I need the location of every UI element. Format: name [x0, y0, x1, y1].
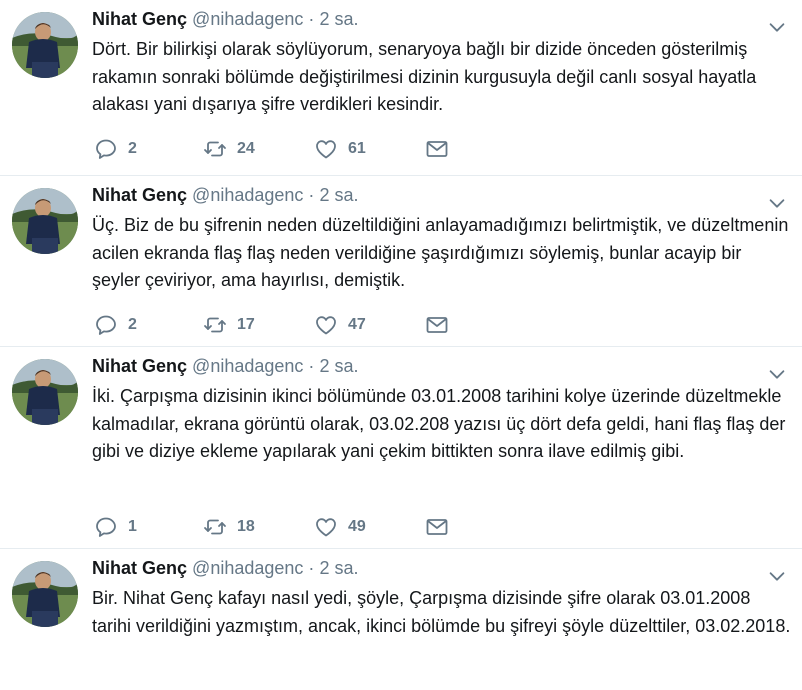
user-handle[interactable]: @nihadagenc: [192, 185, 303, 205]
reply-icon: [94, 313, 118, 337]
like-count: 47: [348, 316, 366, 333]
reply-icon: [94, 137, 118, 161]
tweet-actions: 2 17 47: [92, 313, 492, 337]
tweet[interactable]: Nihat Genç @nihadagenc · 2 sa. Bir. Niha…: [0, 549, 802, 690]
like-count: 61: [348, 140, 366, 157]
tweet-actions: 1 18 49: [92, 515, 492, 539]
user-handle[interactable]: @nihadagenc: [192, 356, 303, 376]
user-handle[interactable]: @nihadagenc: [192, 558, 303, 578]
retweet-count: 24: [237, 140, 255, 157]
timestamp[interactable]: 2 sa.: [319, 356, 358, 376]
avatar[interactable]: [12, 188, 78, 254]
envelope-icon: [425, 515, 449, 539]
timestamp[interactable]: 2 sa.: [319, 558, 358, 578]
retweet-icon: [203, 137, 227, 161]
tweet-text: İki. Çarpışma dizisinin ikinci bölümünde…: [92, 386, 786, 461]
tweet-text: Dört. Bir bilirkişi olarak söylüyorum, s…: [92, 39, 757, 114]
chevron-down-icon[interactable]: [766, 565, 788, 587]
display-name[interactable]: Nihat Genç: [92, 356, 187, 376]
retweet-count: 18: [237, 518, 255, 535]
like-count: 49: [348, 518, 366, 535]
separator-dot: ·: [308, 356, 315, 376]
heart-icon: [314, 313, 338, 337]
separator-dot: ·: [308, 9, 315, 29]
chevron-down-icon[interactable]: [766, 192, 788, 214]
separator-dot: ·: [308, 558, 315, 578]
heart-icon: [314, 137, 338, 161]
retweet-button[interactable]: 24: [203, 137, 255, 161]
retweet-icon: [203, 515, 227, 539]
chevron-down-icon[interactable]: [766, 16, 788, 38]
tweet[interactable]: Nihat Genç @nihadagenc · 2 sa. Dört. Bir…: [0, 0, 802, 176]
direct-message-button[interactable]: [425, 515, 449, 539]
user-handle[interactable]: @nihadagenc: [192, 9, 303, 29]
avatar[interactable]: [12, 12, 78, 78]
timestamp[interactable]: 2 sa.: [319, 185, 358, 205]
reply-count: 2: [128, 140, 137, 157]
retweet-button[interactable]: 18: [203, 515, 255, 539]
separator-dot: ·: [308, 185, 315, 205]
display-name[interactable]: Nihat Genç: [92, 558, 187, 578]
timestamp[interactable]: 2 sa.: [319, 9, 358, 29]
reply-button[interactable]: 2: [94, 137, 137, 161]
direct-message-button[interactable]: [425, 137, 449, 161]
tweet-actions: 2 24 61: [92, 137, 492, 161]
reply-count: 2: [128, 316, 137, 333]
reply-icon: [94, 515, 118, 539]
tweet[interactable]: Nihat Genç @nihadagenc · 2 sa. İki. Çarp…: [0, 347, 802, 549]
tweet-text: Üç. Biz de bu şifrenin neden düzeltildiğ…: [92, 215, 789, 290]
reply-button[interactable]: 2: [94, 313, 137, 337]
retweet-icon: [203, 313, 227, 337]
chevron-down-icon[interactable]: [766, 363, 788, 385]
display-name[interactable]: Nihat Genç: [92, 9, 187, 29]
envelope-icon: [425, 137, 449, 161]
retweet-count: 17: [237, 316, 255, 333]
like-button[interactable]: 49: [314, 515, 366, 539]
avatar[interactable]: [12, 561, 78, 627]
reply-button[interactable]: 1: [94, 515, 137, 539]
direct-message-button[interactable]: [425, 313, 449, 337]
tweet[interactable]: Nihat Genç @nihadagenc · 2 sa. Üç. Biz d…: [0, 176, 802, 347]
reply-count: 1: [128, 518, 137, 535]
display-name[interactable]: Nihat Genç: [92, 185, 187, 205]
like-button[interactable]: 47: [314, 313, 366, 337]
retweet-button[interactable]: 17: [203, 313, 255, 337]
like-button[interactable]: 61: [314, 137, 366, 161]
avatar[interactable]: [12, 359, 78, 425]
tweet-text: Bir. Nihat Genç kafayı nasıl yedi, şöyle…: [92, 588, 791, 636]
envelope-icon: [425, 313, 449, 337]
heart-icon: [314, 515, 338, 539]
